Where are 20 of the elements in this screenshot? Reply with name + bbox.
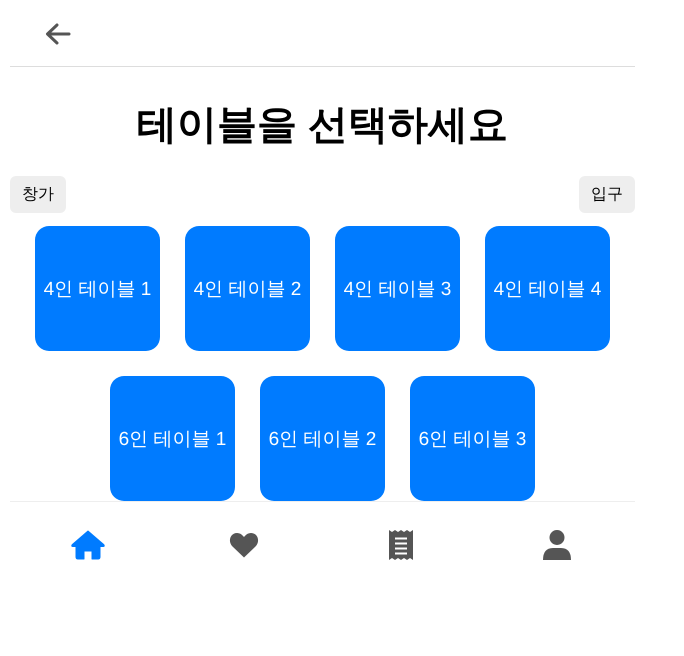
table-tile[interactable]: 4인 테이블 3 bbox=[335, 226, 460, 351]
nav-tab[interactable] bbox=[542, 530, 571, 560]
page-title: 테이블을 선택하세요 bbox=[136, 102, 510, 149]
arrow-left-icon bbox=[45, 22, 71, 44]
nav-tab[interactable] bbox=[229, 532, 260, 558]
nav-tab[interactable] bbox=[388, 530, 413, 560]
zone-tag: 입구 bbox=[579, 176, 635, 213]
table-tile[interactable]: 6인 테이블 1 bbox=[110, 376, 235, 501]
table-tile[interactable]: 4인 테이블 1 bbox=[35, 226, 160, 351]
receipt-icon bbox=[388, 530, 413, 560]
zone-tag: 창가 bbox=[10, 176, 66, 213]
nav-tab[interactable] bbox=[71, 530, 106, 560]
heart-icon bbox=[229, 532, 260, 558]
table-tile[interactable]: 6인 테이블 2 bbox=[260, 376, 385, 501]
back-button[interactable] bbox=[45, 22, 71, 44]
table-tile[interactable]: 4인 테이블 4 bbox=[485, 226, 610, 351]
user-icon bbox=[542, 530, 571, 560]
home-icon bbox=[71, 530, 106, 560]
table-tile[interactable]: 4인 테이블 2 bbox=[185, 226, 310, 351]
table-tile[interactable]: 6인 테이블 3 bbox=[410, 376, 535, 501]
